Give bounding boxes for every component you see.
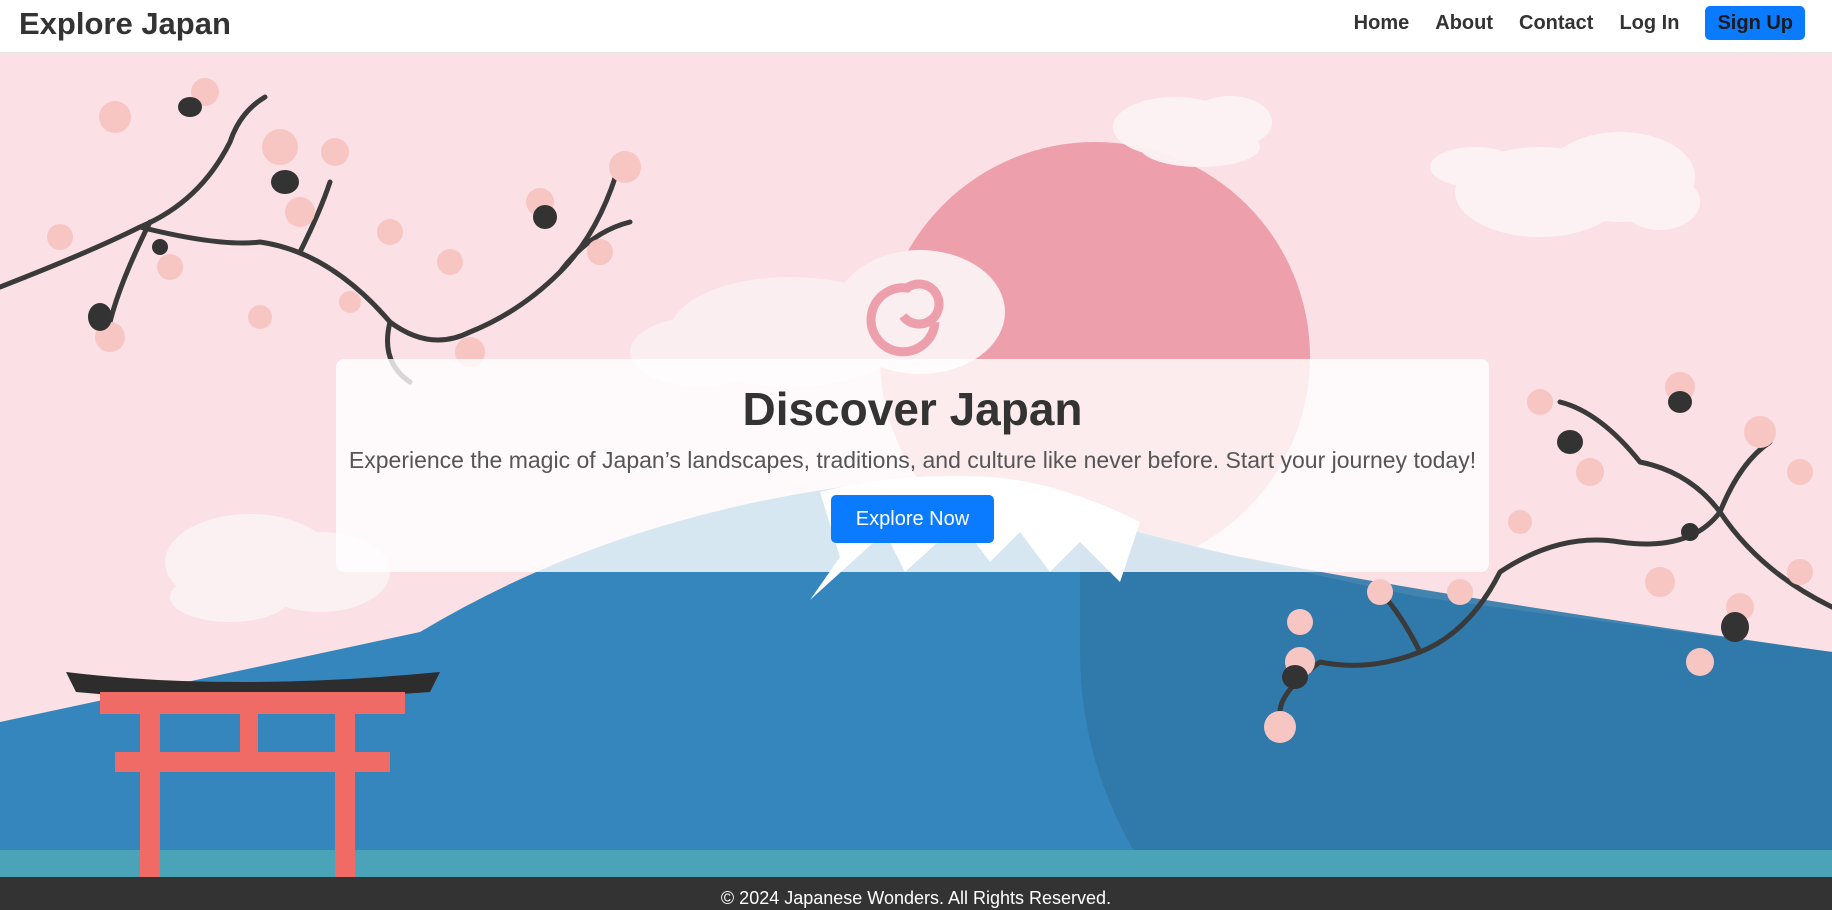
- signup-button[interactable]: Sign Up: [1705, 6, 1805, 40]
- footer-copyright: © 2024 Japanese Wonders. All Rights Rese…: [720, 888, 1112, 908]
- nav-link-login[interactable]: Log In: [1619, 6, 1679, 40]
- explore-now-button[interactable]: Explore Now: [830, 495, 995, 543]
- hero-card: Discover Japan Experience the magic of J…: [336, 359, 1489, 572]
- hero-title: Discover Japan: [742, 383, 1083, 435]
- navbar: Explore Japan Home About Contact Log In …: [0, 0, 1832, 53]
- nav-link-contact[interactable]: Contact: [1519, 6, 1593, 40]
- footer: © 2024 Japanese Wonders. All Rights Rese…: [0, 877, 1832, 910]
- nav-link-home[interactable]: Home: [1354, 6, 1410, 40]
- nav-link-about[interactable]: About: [1435, 6, 1493, 40]
- nav-links: Home About Contact Log In Sign Up: [1328, 6, 1805, 40]
- water: [0, 850, 1832, 877]
- app-root: Explore Japan Home About Contact Log In …: [0, 0, 1832, 910]
- hero-description: Experience the magic of Japan’s landscap…: [348, 447, 1477, 473]
- brand-logo[interactable]: Explore Japan: [19, 6, 231, 42]
